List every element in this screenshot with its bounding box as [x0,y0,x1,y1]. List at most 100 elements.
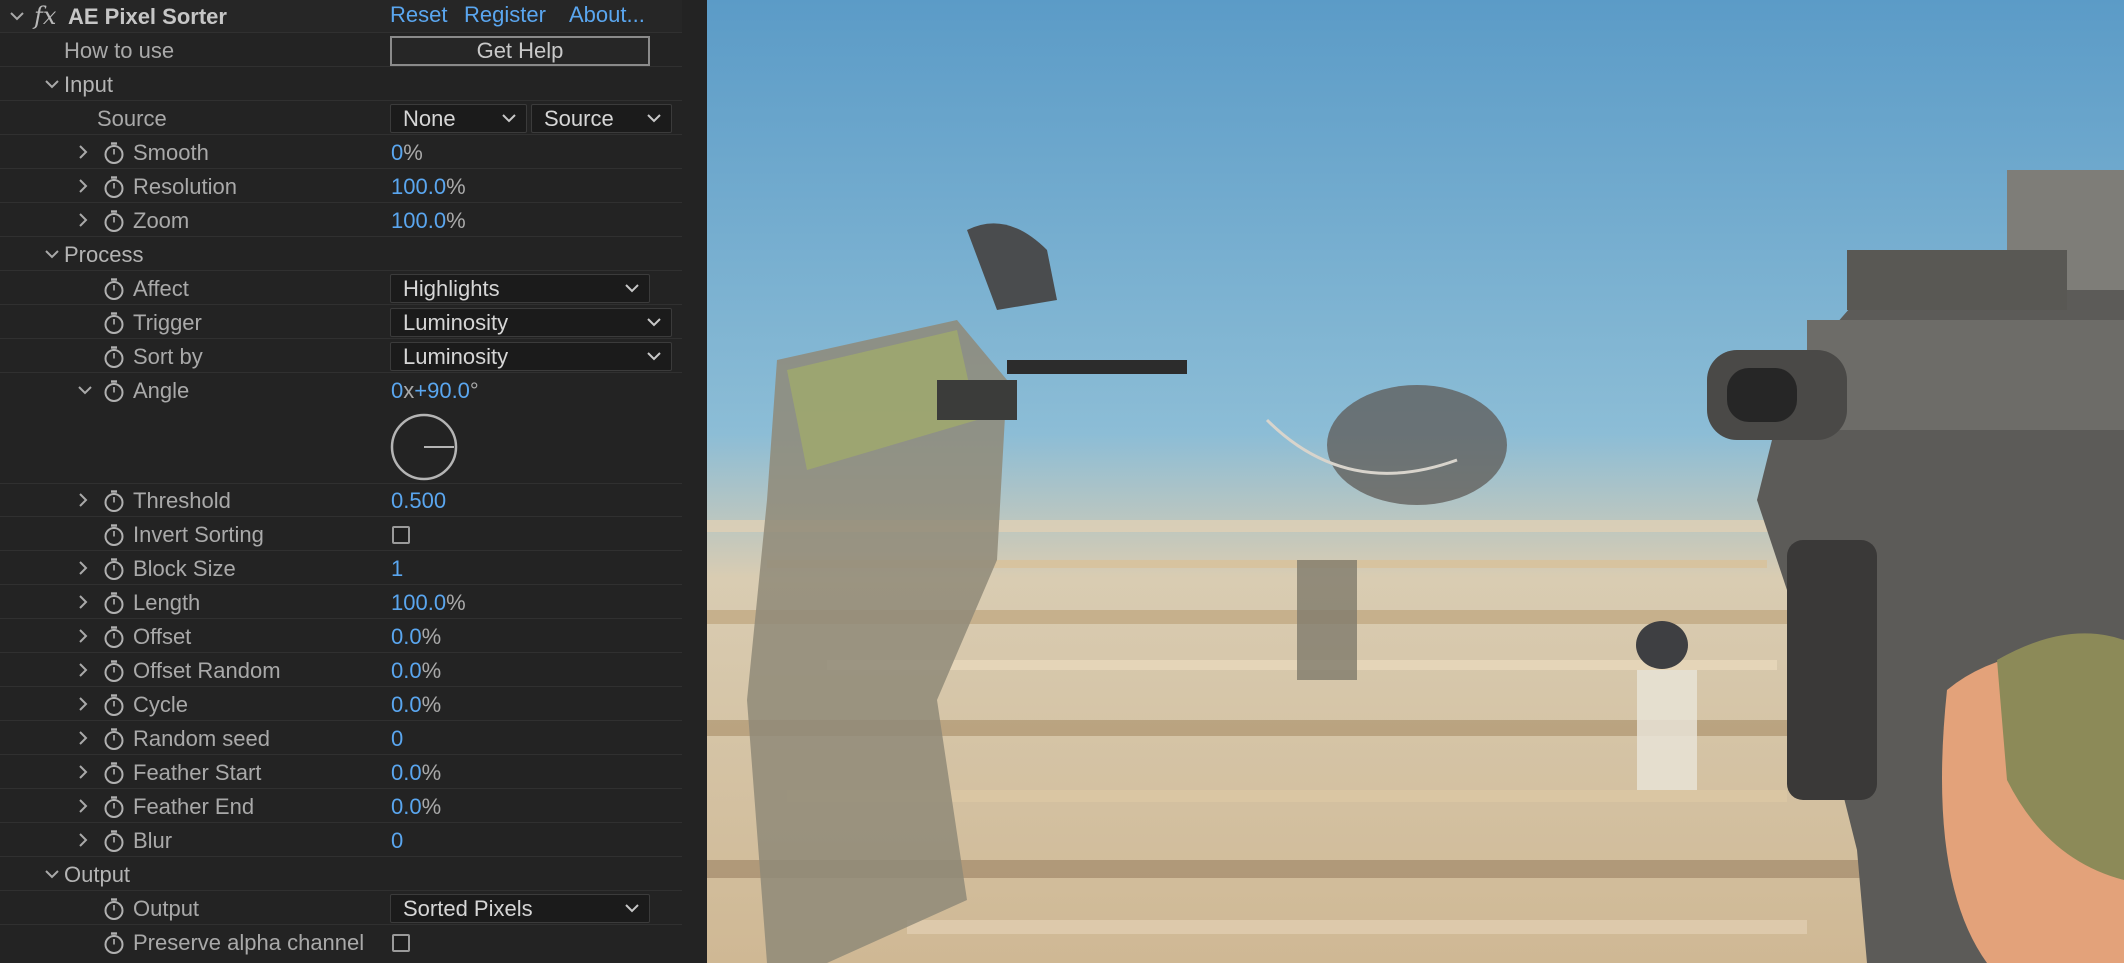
blur-row: Blur 0 [0,824,682,857]
stopwatch-icon[interactable] [102,489,126,513]
affect-dropdown[interactable]: Highlights [390,274,650,303]
stopwatch-icon[interactable] [102,591,126,615]
affect-value: Highlights [403,276,500,301]
stopwatch-icon[interactable] [102,659,126,683]
threshold-expand-toggle[interactable] [76,493,90,507]
offset-label: Offset [133,624,192,649]
resolution-value[interactable]: 100.0% [391,170,466,203]
offset-value[interactable]: 0.0% [391,620,441,653]
feather-end-value[interactable]: 0.0% [391,790,441,823]
invert-sorting-checkbox[interactable] [392,526,410,544]
chevron-down-icon [625,903,639,913]
source-layer-value: None [403,106,456,131]
block-size-value[interactable]: 1 [391,552,403,585]
length-value[interactable]: 100.0% [391,586,466,619]
length-expand-toggle[interactable] [76,595,90,609]
preserve-alpha-checkbox[interactable] [392,934,410,952]
angle-value[interactable]: 0x+90.0° [391,374,479,407]
chevron-down-icon [625,283,639,293]
random-seed-expand-toggle[interactable] [76,731,90,745]
smooth-expand-toggle[interactable] [76,145,90,159]
stopwatch-icon[interactable] [102,829,126,853]
affect-row: Affect Highlights [0,272,682,305]
resolution-row: Resolution 100.0% [0,170,682,203]
how-to-use-row: How to use Get Help [0,34,682,67]
stopwatch-icon[interactable] [102,761,126,785]
offset-random-label: Offset Random [133,658,281,683]
blur-label: Blur [133,828,173,853]
stopwatch-icon[interactable] [102,141,126,165]
resolution-expand-toggle[interactable] [76,179,90,193]
offset-random-value[interactable]: 0.0% [391,654,441,687]
stopwatch-icon[interactable] [102,897,126,921]
threshold-value[interactable]: 0.500 [391,484,446,517]
blur-expand-toggle[interactable] [76,833,90,847]
cycle-expand-toggle[interactable] [76,697,90,711]
block-size-expand-toggle[interactable] [76,561,90,575]
feather-start-expand-toggle[interactable] [76,765,90,779]
pixel-sorted-image [707,0,2124,963]
source-label: Source [97,106,167,131]
composition-viewer[interactable] [707,0,2124,963]
angle-row: Angle 0x+90.0° [0,374,682,484]
zoom-value[interactable]: 100.0% [391,204,466,237]
invert-sorting-row: Invert Sorting [0,518,682,551]
offset-expand-toggle[interactable] [76,629,90,643]
preserve-alpha-row: Preserve alpha channel [0,926,682,959]
zoom-expand-toggle[interactable] [76,213,90,227]
stopwatch-icon[interactable] [102,625,126,649]
effect-name: AE Pixel Sorter 2 [68,4,230,29]
cycle-value[interactable]: 0.0% [391,688,441,721]
invert-sorting-label: Invert Sorting [133,522,264,547]
source-mode-dropdown[interactable]: Source [531,104,672,133]
output-group-toggle[interactable] [45,867,59,881]
chevron-down-icon [647,351,661,361]
register-link[interactable]: Register [464,0,546,30]
sort-by-value: Luminosity [403,344,509,369]
how-to-use-label: How to use [64,38,175,63]
feather-start-value[interactable]: 0.0% [391,756,441,789]
stopwatch-icon[interactable] [102,523,126,547]
sort-by-dropdown[interactable]: Luminosity [390,342,672,371]
input-group-toggle[interactable] [45,77,59,91]
preserve-alpha-label: Preserve alpha channel [133,930,365,955]
offset-row: Offset 0.0% [0,620,682,653]
threshold-label: Threshold [133,488,231,513]
feather-end-label: Feather End [133,794,255,819]
fx-icon[interactable]: fx [34,0,56,33]
random-seed-value[interactable]: 0 [391,722,403,755]
about-link[interactable]: About... [569,0,645,30]
sort-by-row: Sort by Luminosity [0,340,682,373]
feather-end-expand-toggle[interactable] [76,799,90,813]
stopwatch-icon[interactable] [102,693,126,717]
cycle-label: Cycle [133,692,189,717]
trigger-value: Luminosity [403,310,509,335]
collapse-effect-toggle[interactable] [10,9,24,23]
angle-collapse-toggle[interactable] [78,383,92,397]
process-group-toggle[interactable] [45,247,59,261]
block-size-label: Block Size [133,556,236,581]
trigger-dropdown[interactable]: Luminosity [390,308,672,337]
offset-random-expand-toggle[interactable] [76,663,90,677]
stopwatch-icon[interactable] [102,557,126,581]
trigger-label: Trigger [133,310,202,335]
get-help-button[interactable]: Get Help [390,36,650,66]
stopwatch-icon[interactable] [102,311,126,335]
stopwatch-icon[interactable] [102,795,126,819]
length-row: Length 100.0% [0,586,682,619]
output-dropdown[interactable]: Sorted Pixels [390,894,650,923]
reset-link[interactable]: Reset [390,0,447,30]
stopwatch-icon[interactable] [102,175,126,199]
source-layer-dropdown[interactable]: None [390,104,527,133]
stopwatch-icon[interactable] [102,931,126,955]
smooth-label: Smooth [133,140,209,165]
stopwatch-icon[interactable] [102,209,126,233]
stopwatch-icon[interactable] [102,345,126,369]
block-size-row: Block Size 1 [0,552,682,585]
stopwatch-icon[interactable] [102,727,126,751]
stopwatch-icon[interactable] [102,379,126,403]
angle-dial[interactable] [389,412,459,482]
smooth-value[interactable]: 0% [391,136,423,169]
blur-value[interactable]: 0 [391,824,403,857]
stopwatch-icon[interactable] [102,277,126,301]
